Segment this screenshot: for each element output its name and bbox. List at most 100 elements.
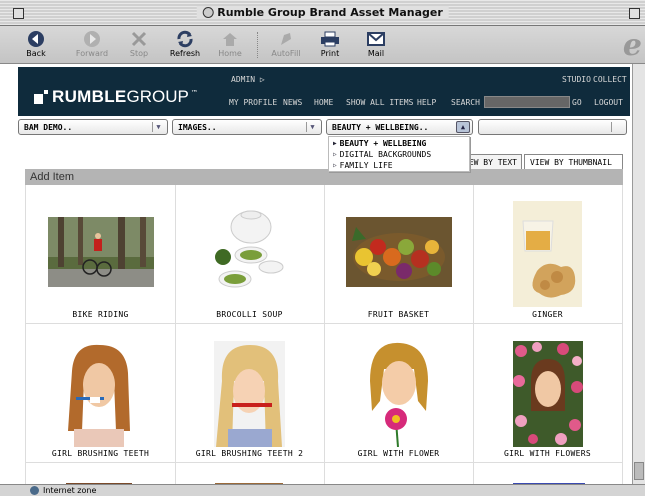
subcategory-select-value: BEAUTY + WELLBEING..: [332, 123, 429, 132]
my-profile-link[interactable]: MY PROFILE: [229, 98, 277, 107]
thumbnail-image: [366, 341, 432, 447]
triangle-filled-icon: ▶: [333, 140, 337, 147]
thumbnail-caption: GIRL WITH FLOWER: [357, 449, 440, 458]
show-all-items-link[interactable]: SHOW ALL ITEMS: [346, 98, 413, 107]
thumbnail-image: [213, 201, 285, 305]
studio-link[interactable]: STUDIO: [562, 75, 591, 84]
forward-arrow-icon: [70, 29, 114, 49]
logo-mark-icon: [34, 90, 48, 104]
mail-label: Mail: [367, 49, 385, 58]
client-select[interactable]: BAM DEMO.. ▼: [18, 119, 168, 135]
back-button[interactable]: Back: [14, 29, 58, 58]
web-page: RUMBLE GROUP ™ ADMIN ▷ STUDIO COLLECT MY…: [14, 64, 632, 488]
thumbnail-card[interactable]: GIRL BRUSHING TEETH 2: [175, 324, 325, 463]
admin-link[interactable]: ADMIN ▷: [231, 75, 265, 84]
category-select-value: IMAGES..: [178, 123, 217, 132]
internet-zone-globe-icon: [30, 486, 39, 495]
home-label: Home: [218, 49, 242, 58]
toolbar-separator: [257, 32, 258, 58]
back-label: Back: [26, 49, 46, 58]
thumbnail-image: [48, 217, 154, 287]
refresh-icon: [163, 29, 207, 49]
mail-button[interactable]: Mail: [354, 29, 398, 58]
mail-icon: [354, 29, 398, 49]
menu-item-label: DIGITAL BACKGROUNDS: [339, 150, 432, 159]
zoom-box-icon[interactable]: [629, 8, 640, 19]
tab-view-by-thumbnail-label: VIEW BY THUMBNAIL: [530, 158, 612, 167]
chevron-down-icon: ▼: [152, 122, 164, 132]
logout-link[interactable]: LOGOUT: [594, 98, 623, 107]
thumbnail-image: [513, 341, 583, 447]
search-input[interactable]: [484, 96, 570, 108]
vertical-scrollbar[interactable]: [632, 64, 645, 484]
menu-item-family-life[interactable]: ▷ FAMILY LIFE: [333, 161, 393, 170]
add-item-bar[interactable]: Add Item: [25, 169, 623, 185]
thumbnail-caption: BIKE RIDING: [72, 310, 129, 319]
thumbnail-image: [346, 217, 452, 287]
menu-item-digital-backgrounds[interactable]: ▷ DIGITAL BACKGROUNDS: [333, 150, 431, 159]
logo-text-bold: RUMBLE: [52, 87, 127, 106]
site-header: RUMBLE GROUP ™ ADMIN ▷ STUDIO COLLECT MY…: [18, 67, 630, 116]
triangle-outline-icon: ▷: [333, 162, 337, 169]
chevron-down-icon: ▼: [306, 122, 318, 132]
thumbnail-card[interactable]: BIKE RIDING: [26, 185, 176, 324]
thumbnail-caption: FRUIT BASKET: [367, 310, 430, 319]
thumbnail-image: [513, 201, 582, 307]
thumbnail-caption: GIRL BRUSHING TEETH 2: [195, 449, 304, 458]
browser-toolbar: Back Forward Stop Refresh Home AutoFill: [0, 26, 645, 64]
menu-item-beauty-wellbeing[interactable]: ▶ BEAUTY + WELLBEING: [333, 139, 426, 148]
thumbnail-caption: GIRL BRUSHING TEETH: [51, 449, 150, 458]
window-title-bar: Rumble Group Brand Asset Manager: [0, 0, 645, 26]
home-link[interactable]: HOME: [314, 98, 333, 107]
subcategory-dropdown-menu: ▶ BEAUTY + WELLBEING ▷ DIGITAL BACKGROUN…: [328, 136, 470, 172]
stop-x-icon: [117, 29, 161, 49]
select-divider: [611, 122, 623, 132]
autofill-label: AutoFill: [271, 49, 301, 58]
thumbnail-card[interactable]: GIRL BRUSHING TEETH: [26, 324, 176, 463]
thumbnail-card[interactable]: FRUIT BASKET: [324, 185, 474, 324]
thumbnail-card[interactable]: GIRL WITH FLOWER: [324, 324, 474, 463]
window-title-text: Rumble Group Brand Asset Manager: [217, 6, 443, 19]
print-label: Print: [320, 49, 340, 58]
thumbnail-caption: GINGER: [532, 310, 563, 319]
home-icon: [208, 29, 252, 49]
rumble-group-logo[interactable]: RUMBLE GROUP ™: [34, 87, 198, 107]
go-button[interactable]: GO: [572, 98, 582, 107]
forward-label: Forward: [75, 49, 109, 58]
client-select-value: BAM DEMO..: [24, 123, 73, 132]
fourth-select[interactable]: [478, 119, 627, 135]
triangle-outline-icon: ▷: [333, 151, 337, 158]
stop-label: Stop: [129, 49, 149, 58]
thumbnail-card[interactable]: GINGER: [473, 185, 623, 324]
globe-icon: [202, 7, 214, 18]
autofill-button[interactable]: AutoFill: [264, 29, 308, 58]
thumbnail-card[interactable]: GIRL WITH FLOWERS: [473, 324, 623, 463]
menu-item-label: BEAUTY + WELLBEING: [339, 139, 427, 148]
home-button[interactable]: Home: [208, 29, 252, 58]
thumbnail-image: [214, 341, 285, 447]
category-select[interactable]: IMAGES.. ▼: [172, 119, 322, 135]
thumbnail-caption: BROCOLLI SOUP: [216, 310, 283, 319]
thumbnail-image: [64, 341, 134, 447]
close-box-icon[interactable]: [13, 8, 24, 19]
security-zone-label: Internet zone: [43, 486, 97, 495]
thumbnail-grid: BIKE RIDING BROCOLLI SOUP FRUIT BASKET G…: [25, 185, 623, 488]
window-title: Rumble Group Brand Asset Manager: [196, 6, 449, 19]
subcategory-select[interactable]: BEAUTY + WELLBEING.. ▲: [326, 119, 473, 135]
forward-button[interactable]: Forward: [70, 29, 114, 58]
status-bar: Internet zone: [0, 484, 645, 496]
stop-button[interactable]: Stop: [117, 29, 161, 58]
autofill-icon: [264, 29, 308, 49]
help-link[interactable]: HELP: [417, 98, 436, 107]
chevron-up-icon[interactable]: ▲: [456, 121, 470, 133]
collect-link[interactable]: COLLECT: [593, 75, 627, 84]
logo-trademark: ™: [190, 89, 198, 97]
news-link[interactable]: NEWS: [283, 98, 302, 107]
refresh-button[interactable]: Refresh: [163, 29, 207, 58]
scrollbar-thumb[interactable]: [634, 462, 644, 480]
print-button[interactable]: Print: [308, 29, 352, 58]
tab-view-by-thumbnail[interactable]: VIEW BY THUMBNAIL: [524, 154, 623, 169]
menu-item-label: FAMILY LIFE: [339, 161, 393, 170]
printer-icon: [308, 29, 352, 49]
thumbnail-card[interactable]: BROCOLLI SOUP: [175, 185, 325, 324]
